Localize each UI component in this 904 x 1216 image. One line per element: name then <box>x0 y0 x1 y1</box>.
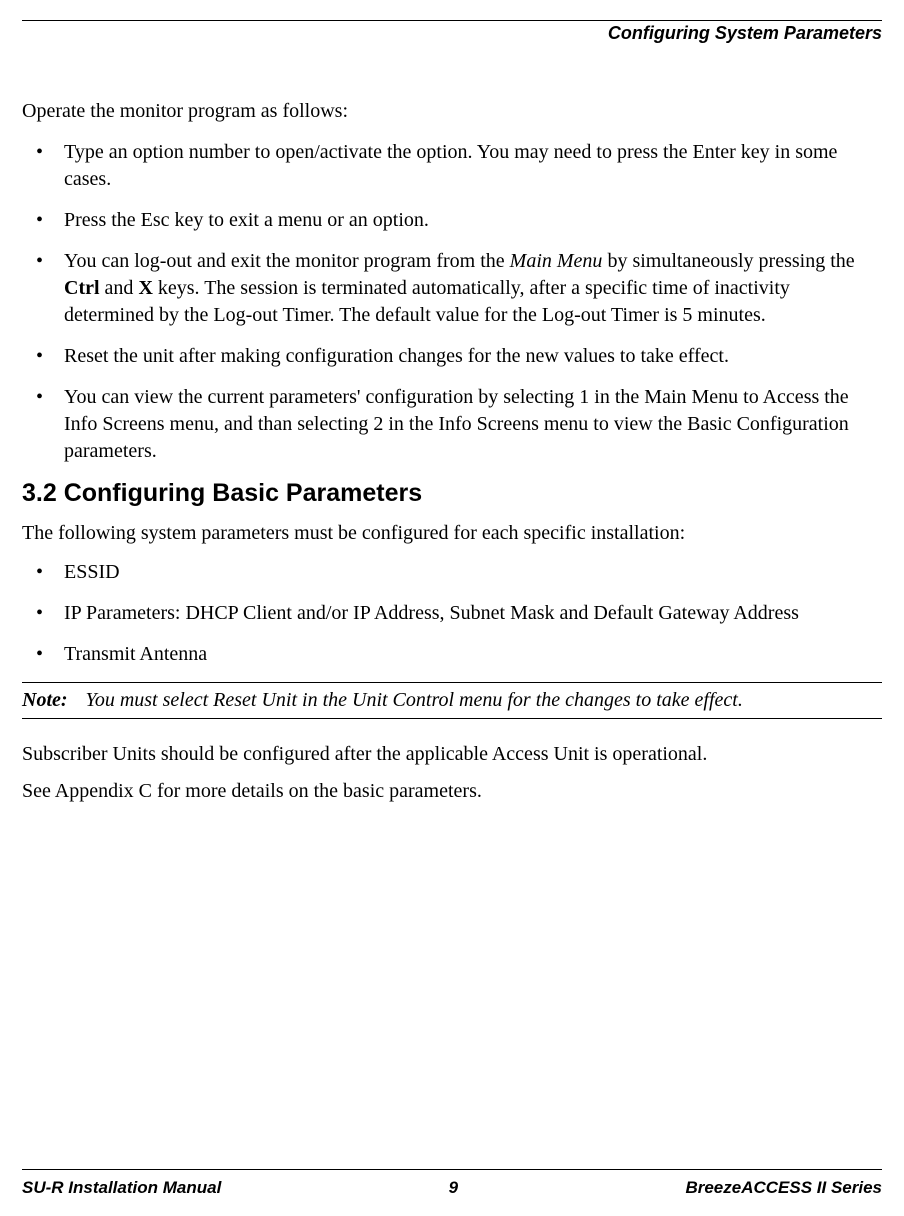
text-segment: X <box>138 277 152 299</box>
intro-paragraph: Operate the monitor program as follows: <box>22 100 882 123</box>
text-segment: Ctrl <box>64 277 100 299</box>
footer-page-number: 9 <box>449 1178 458 1198</box>
text-segment: Press the Esc key to exit a menu or an o… <box>64 209 429 231</box>
page-header-title: Configuring System Parameters <box>22 23 882 44</box>
note-label: Note: <box>22 689 86 711</box>
list-item: You can view the current parameters' con… <box>22 384 882 465</box>
page-content: Operate the monitor program as follows: … <box>22 100 882 1169</box>
note-box: Note:You must select Reset Unit in the U… <box>22 682 882 719</box>
text-segment: Reset the unit after making configuratio… <box>64 345 729 367</box>
parameter-bullet-list: ESSID IP Parameters: DHCP Client and/or I… <box>22 559 882 668</box>
text-segment: keys. The session is terminated automati… <box>64 277 790 326</box>
note-text: You must select Reset Unit in the Unit C… <box>86 689 743 711</box>
text-segment: and <box>100 277 139 299</box>
section-heading: 3.2 Configuring Basic Parameters <box>22 479 882 508</box>
list-item: ESSID <box>22 559 882 586</box>
footer-right: BreezeACCESS II Series <box>685 1178 882 1198</box>
footer-left: SU-R Installation Manual <box>22 1178 221 1198</box>
section-lead: The following system parameters must be … <box>22 522 882 545</box>
text-segment: You can log-out and exit the monitor pro… <box>64 250 510 272</box>
list-item: You can log-out and exit the monitor pro… <box>22 248 882 329</box>
closing-paragraph-2: See Appendix C for more details on the b… <box>22 778 882 805</box>
list-item: Press the Esc key to exit a menu or an o… <box>22 207 882 234</box>
text-segment: You can view the current parameters' con… <box>64 386 849 462</box>
list-item: IP Parameters: DHCP Client and/or IP Add… <box>22 600 882 627</box>
page-footer: SU-R Installation Manual 9 BreezeACCESS … <box>22 1169 882 1198</box>
closing-paragraph-1: Subscriber Units should be configured af… <box>22 741 882 768</box>
text-segment: Main Menu <box>510 250 603 272</box>
operate-bullet-list: Type an option number to open/activate t… <box>22 139 882 465</box>
list-item: Reset the unit after making configuratio… <box>22 343 882 370</box>
list-item: Transmit Antenna <box>22 641 882 668</box>
text-segment: by simultaneously pressing the <box>602 250 854 272</box>
text-segment: Type an option number to open/activate t… <box>64 141 837 190</box>
list-item: Type an option number to open/activate t… <box>22 139 882 193</box>
header-rule <box>22 20 882 21</box>
